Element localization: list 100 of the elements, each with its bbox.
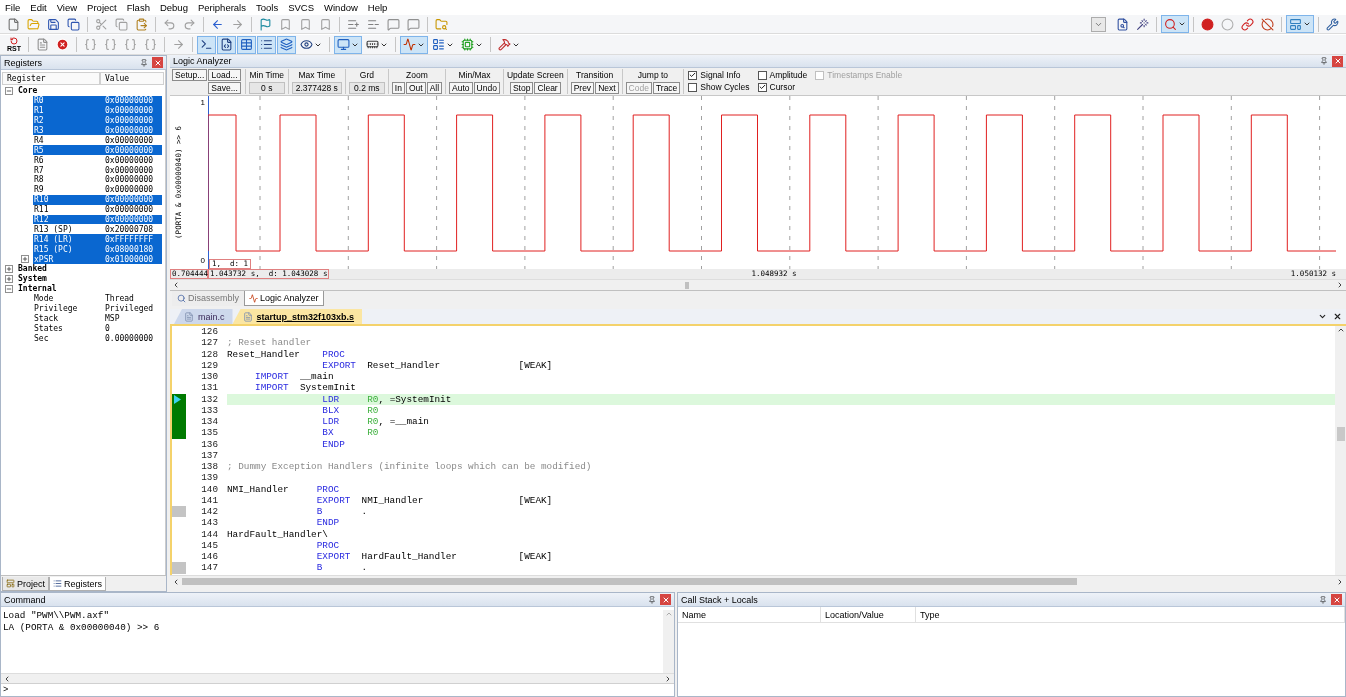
register-row[interactable]: R4 0x00000000 [33,135,162,146]
close-button[interactable] [1331,594,1342,605]
register-row[interactable]: Privilege Privileged [33,303,162,314]
scroll-thumb[interactable] [1336,427,1345,441]
scroll-left-icon[interactable] [3,674,11,683]
toolbar-button[interactable] [334,35,362,54]
scroll-up-icon[interactable] [1336,326,1345,334]
scrollbar[interactable] [1335,326,1346,575]
menu-item[interactable]: SVCS [288,1,315,13]
scrollbar[interactable] [170,279,1346,290]
analyzer-button[interactable]: Undo [473,82,500,94]
toolbar-button[interactable] [1258,15,1277,33]
checkbox[interactable] [688,70,698,80]
caret-icon[interactable] [1318,312,1327,321]
register-row[interactable]: Sec 0.00000000 [33,333,162,344]
scrollbar[interactable] [1,673,674,683]
register-row[interactable]: System [17,273,162,284]
scroll-right-icon[interactable] [664,674,672,683]
register-row[interactable]: R8 0x00000000 [33,175,162,185]
panel-tab[interactable]: Project [2,577,49,591]
file-tab[interactable]: main.c [174,309,233,324]
analyzer-button[interactable]: Setup... [172,69,208,81]
register-row[interactable]: Stack MSP [33,313,162,324]
menu-item[interactable]: Project [87,1,117,13]
checkbox[interactable] [688,82,698,92]
column-header[interactable]: Type [916,607,1345,623]
column-header[interactable]: Value [100,72,164,85]
analyzer-button[interactable]: Trace [652,82,681,94]
column-header[interactable]: Register [2,72,100,85]
register-row[interactable]: R3 0x00000000 [33,125,162,136]
scroll-left-icon[interactable] [172,577,180,586]
file-tab[interactable]: startup_stm32f103xb.s [232,309,363,324]
register-row[interactable]: R0 0x00000000 [33,95,162,106]
register-row[interactable]: R7 0x00000000 [33,165,162,175]
register-row[interactable]: R5 0x00000000 [33,145,162,156]
register-row[interactable]: R13 (SP) 0x20000708 [33,224,162,235]
toolbar-button[interactable] [400,35,428,54]
close-button[interactable] [1332,55,1343,67]
toolbar-button[interactable] [1161,15,1189,33]
toolbar-button[interactable] [277,35,296,54]
analyzer-button[interactable]: Auto [449,82,473,94]
analyzer-button[interactable]: Clear [534,82,561,94]
register-row[interactable]: R1 0x00000000 [33,105,162,116]
register-row[interactable]: Core [17,86,162,96]
menu-item[interactable]: View [56,1,78,13]
register-row[interactable]: R6 0x00000000 [33,155,162,166]
scroll-right-icon[interactable] [1336,577,1344,586]
scrollbar[interactable] [663,610,674,673]
menu-item[interactable]: Edit [30,1,47,13]
analyzer-button[interactable]: In [391,82,405,94]
column-header[interactable]: Location/Value [821,607,916,623]
menu-item[interactable]: Debug [159,1,188,13]
pin-icon[interactable] [140,58,148,67]
expand-toggle[interactable] [5,86,13,95]
menu-item[interactable]: File [5,1,21,13]
toolbar-button[interactable] [237,35,256,54]
checkbox[interactable] [757,82,767,92]
scroll-right-icon[interactable] [1336,281,1344,289]
toolbar-button[interactable] [257,35,276,54]
pin-icon[interactable] [1319,595,1327,604]
register-row[interactable]: R11 0x00000000 [33,204,162,215]
checkbox[interactable] [757,70,767,80]
toolbar-button[interactable] [217,35,236,54]
expand-toggle[interactable] [5,264,13,273]
register-row[interactable]: States 0 [33,323,162,334]
register-row[interactable]: R15 (PC) 0x08000180 [33,244,162,255]
scroll-left-icon[interactable] [172,281,180,289]
toolbar-button[interactable] [1238,15,1257,33]
analyzer-button[interactable]: Next [595,82,619,94]
scroll-thumb[interactable] [182,577,1077,586]
toolbar-button[interactable] [197,35,216,54]
analyzer-button[interactable]: All [426,82,443,94]
register-row[interactable]: Banked [17,264,162,274]
scrollbar[interactable] [170,575,1346,587]
analyzer-button[interactable]: Prev [570,82,595,94]
analyzer-button[interactable]: Stop [509,82,534,94]
window-tab[interactable]: Logic Analyzer [244,291,324,306]
register-row[interactable]: Internal [17,283,162,294]
toolbar-button[interactable] [1198,15,1217,33]
close-button[interactable] [152,57,163,68]
menu-item[interactable]: Help [367,1,388,13]
register-row[interactable]: R10 0x00000000 [33,194,162,205]
register-row[interactable]: xPSR 0x01000000 [33,254,162,265]
dropdown-field[interactable] [1091,16,1106,32]
expand-toggle[interactable] [5,284,13,293]
register-row[interactable]: R12 0x00000000 [33,214,162,225]
expand-toggle[interactable] [5,274,13,283]
register-row[interactable]: R9 0x00000000 [33,184,162,195]
close-icon[interactable] [1333,312,1342,321]
panel-tab[interactable]: Registers [49,577,107,591]
pin-icon[interactable] [1320,57,1328,65]
register-row[interactable]: Mode Thread [33,293,162,304]
close-button[interactable] [660,594,671,605]
menu-item[interactable]: Peripherals [197,1,246,13]
menu-item[interactable]: Flash [126,1,150,13]
menu-item[interactable]: Window [324,1,358,13]
analyzer-button[interactable]: Save... [208,82,241,94]
pin-icon[interactable] [648,595,656,604]
column-header[interactable]: Name [678,607,821,623]
expand-toggle[interactable] [21,255,29,264]
